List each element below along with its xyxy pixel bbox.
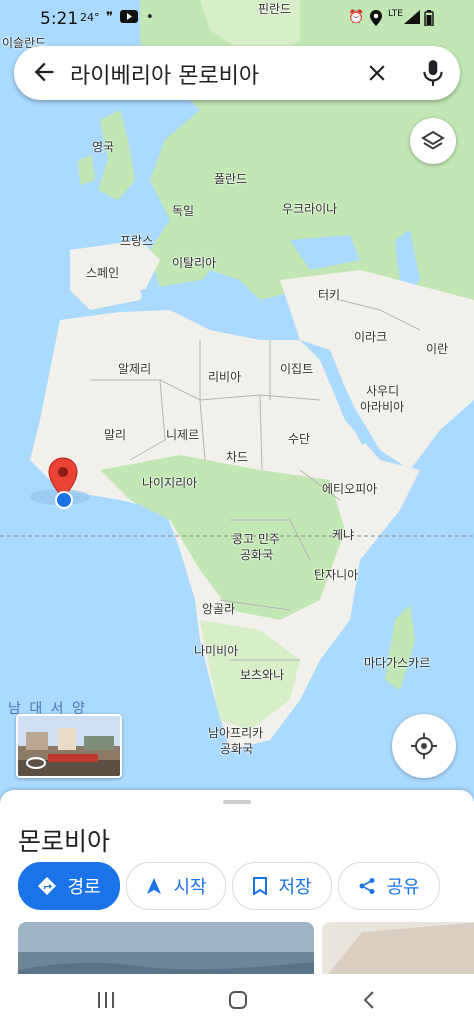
map-label-drc-1[interactable]: 콩고 민주 [232,530,280,547]
layers-icon [421,130,445,150]
home-icon[interactable] [228,990,248,1010]
map-label-botswana[interactable]: 보츠와나 [240,666,284,683]
place-photo-1[interactable] [18,922,314,974]
place-title: 몬로비아 [18,827,111,856]
status-time: 5:21 [40,9,79,29]
alarm-icon: ⏰ [348,10,365,25]
share-label: 공유 [386,877,420,898]
start-label: 시작 [173,877,207,898]
recent-apps-icon[interactable] [96,992,116,1008]
map-label-poland[interactable]: 폴란드 [214,170,247,187]
bookmark-icon [253,877,268,895]
map-label-uk[interactable]: 영국 [92,138,114,155]
youtube-icon [120,10,138,23]
map-label-saudi-2[interactable]: 아라비아 [360,398,404,415]
map-label-madagascar[interactable]: 마다가스카르 [364,654,430,671]
directions-button[interactable]: 경로 [18,862,120,910]
directions-label: 경로 [67,877,101,898]
map-label-ethiopia[interactable]: 에티오피아 [322,480,377,497]
current-location-dot-icon [55,491,73,509]
map-label-chad[interactable]: 차드 [226,448,248,465]
map-label-france[interactable]: 프랑스 [120,232,153,249]
map-label-namibia[interactable]: 나미비아 [194,642,238,659]
start-button[interactable]: 시작 [126,862,226,910]
save-label: 저장 [278,877,312,898]
share-button[interactable]: 공유 [338,862,440,910]
map-label-niger[interactable]: 니제르 [166,426,199,443]
back-arrow-icon[interactable] [30,58,58,86]
navigation-arrow-icon [147,878,162,894]
search-query[interactable]: 라이베리아 몬로비아 [70,58,259,90]
system-nav-bar [0,974,474,1026]
map-label-germany[interactable]: 독일 [172,202,194,219]
map-label-kenya[interactable]: 케냐 [332,526,354,543]
network-type: LTE [388,9,403,19]
share-icon [359,878,375,894]
360-icon [26,757,46,769]
crosshair-icon [411,733,437,759]
street-view-thumbnail[interactable] [16,714,122,778]
sheet-drag-handle[interactable] [223,800,251,804]
dot-icon: • [146,10,154,25]
map-label-south-africa-2[interactable]: 공화국 [220,740,253,757]
mic-icon[interactable] [420,58,446,88]
notification-icon: ❞ [106,10,113,25]
my-location-button[interactable] [392,714,456,778]
map-label-south-africa-1[interactable]: 남아프리카 [208,724,263,741]
status-temp: 24° [80,11,100,24]
map-label-ukraine[interactable]: 우크라이나 [282,200,337,217]
map-canvas[interactable] [0,0,474,790]
close-icon[interactable] [364,60,390,86]
map-label-tanzania[interactable]: 탄자니아 [314,566,358,583]
map-label-spain[interactable]: 스페인 [86,264,119,281]
signal-icon [404,10,420,24]
map-label-italy[interactable]: 이탈리아 [172,254,216,271]
map-label-angola[interactable]: 앙골라 [202,600,235,617]
battery-icon [424,10,434,26]
directions-icon [38,877,57,895]
map-label-iraq[interactable]: 이라크 [354,328,387,345]
map-label-egypt[interactable]: 이집트 [280,360,313,377]
map-label-turkey[interactable]: 터키 [318,286,340,303]
map-label-libya[interactable]: 리비아 [208,368,241,385]
map-label-algeria[interactable]: 알제리 [118,360,151,377]
place-bottom-sheet[interactable]: 몬로비아 경로 시작 저장 공유 [0,790,474,974]
save-button[interactable]: 저장 [232,862,332,910]
place-photo-2[interactable] [322,922,474,974]
map-label-saudi-1[interactable]: 사우디 [366,382,399,399]
status-bar: 5:21 24° ❞ • ⏰ LTE [0,0,474,38]
search-bar[interactable]: 라이베리아 몬로비아 [14,46,460,100]
map-label-iran[interactable]: 이란 [426,340,448,357]
map-label-nigeria[interactable]: 나이지리아 [142,474,197,491]
map-label-sudan[interactable]: 수단 [288,430,310,447]
back-icon[interactable] [362,990,376,1010]
location-status-icon [370,10,382,26]
map-label-mali[interactable]: 말리 [104,426,126,443]
map-label-drc-2[interactable]: 공화국 [240,546,273,563]
layers-button[interactable] [410,118,456,164]
